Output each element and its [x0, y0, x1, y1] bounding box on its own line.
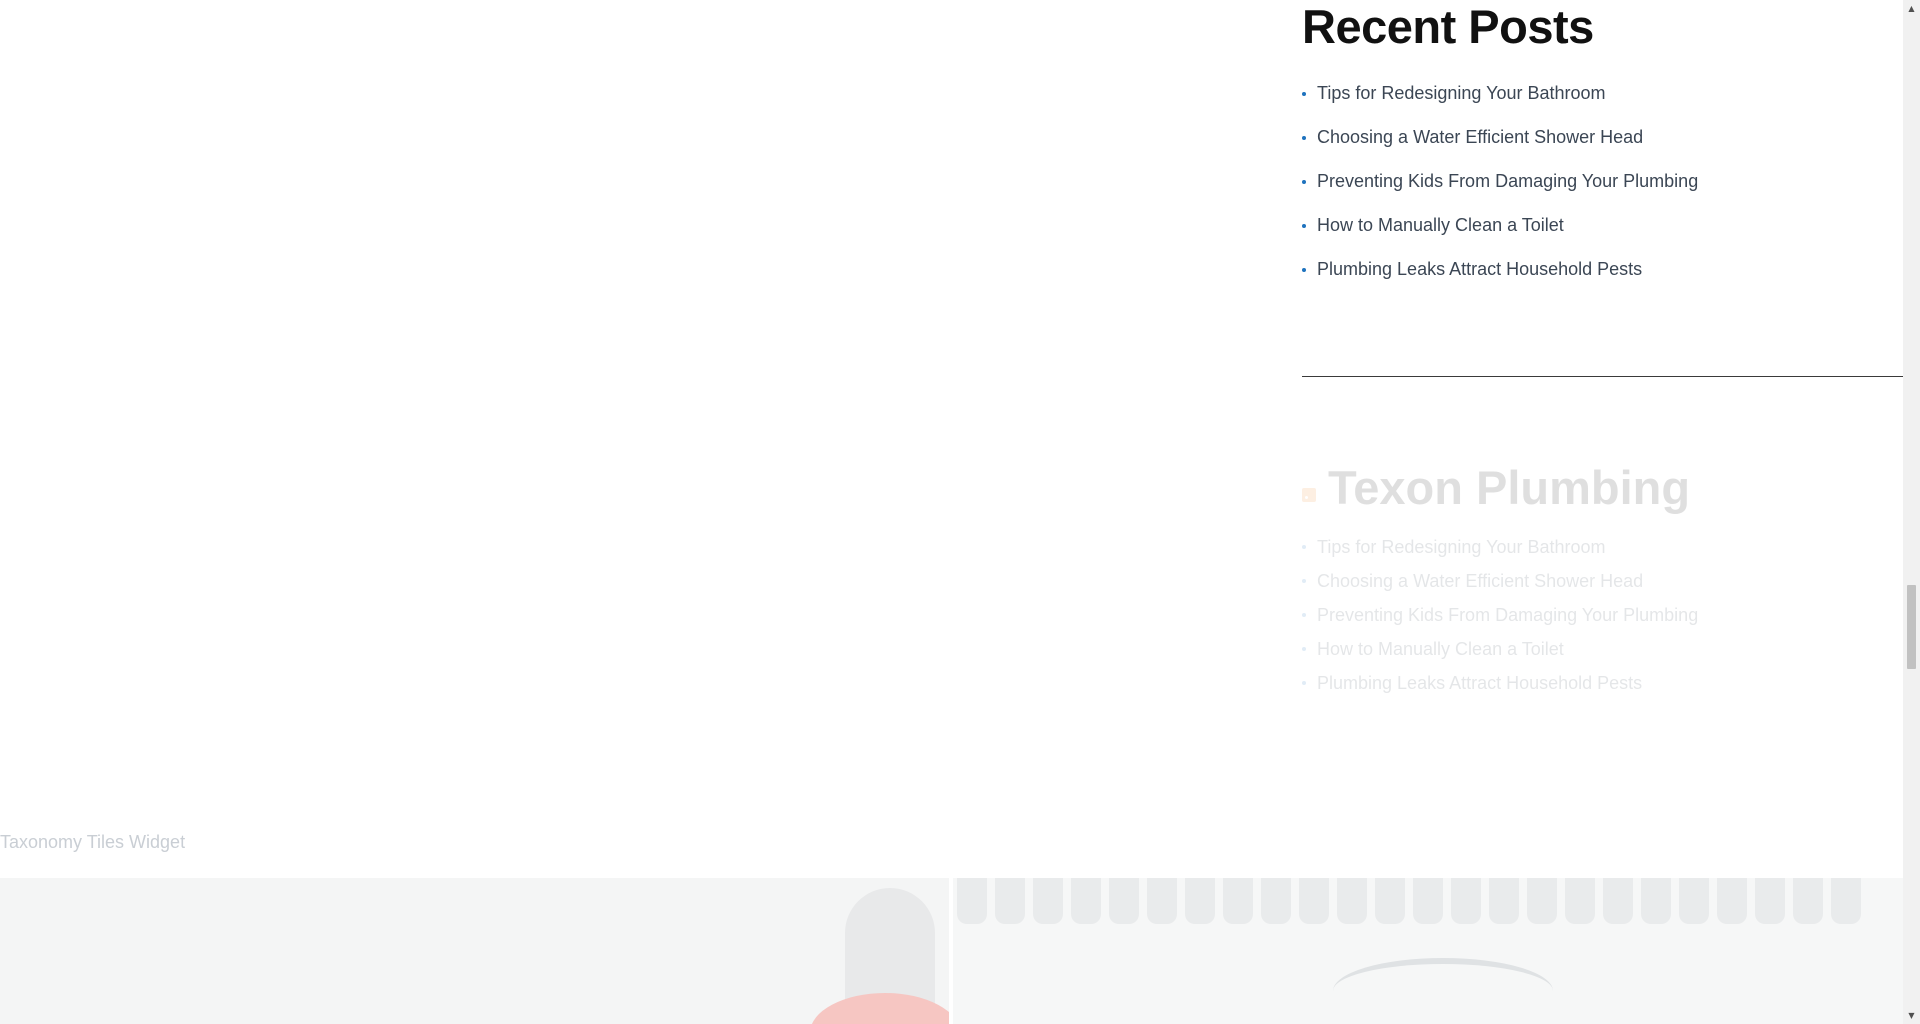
list-item: How to Manually Clean a Toilet: [1302, 632, 1902, 666]
taxonomy-tile[interactable]: [953, 878, 1903, 1024]
taxonomy-tiles: [0, 878, 1903, 1024]
vertical-scrollbar[interactable]: ▲ ▼: [1903, 0, 1920, 1024]
recent-post-link[interactable]: Preventing Kids From Damaging Your Plumb…: [1317, 171, 1698, 191]
recent-post-link[interactable]: Plumbing Leaks Attract Household Pests: [1317, 259, 1642, 279]
widget-divider: [1302, 376, 1903, 377]
rss-icon[interactable]: [1302, 488, 1316, 502]
scroll-up-icon[interactable]: ▲: [1903, 0, 1920, 17]
recent-post-link[interactable]: Choosing a Water Efficient Shower Head: [1317, 127, 1643, 147]
scrollbar-thumb[interactable]: [1907, 585, 1916, 669]
list-item: How to Manually Clean a Toilet: [1302, 203, 1902, 247]
list-item: Tips for Redesigning Your Bathroom: [1302, 71, 1902, 115]
scroll-down-icon[interactable]: ▼: [1903, 1007, 1920, 1024]
list-item: Choosing a Water Efficient Shower Head: [1302, 115, 1902, 159]
tile-image-beads: [953, 878, 1903, 928]
list-item: Preventing Kids From Damaging Your Plumb…: [1302, 159, 1902, 203]
recent-posts-list: Tips for Redesigning Your Bathroom Choos…: [1302, 71, 1902, 291]
list-item: Preventing Kids From Damaging Your Plumb…: [1302, 598, 1902, 632]
taxonomy-widget-title: Taxonomy Tiles Widget: [0, 832, 186, 852]
list-item: Tips for Redesigning Your Bathroom: [1302, 530, 1902, 564]
recent-posts-widget: Recent Posts Tips for Redesigning Your B…: [1302, 0, 1902, 291]
recent-post-link[interactable]: Tips for Redesigning Your Bathroom: [1317, 83, 1606, 103]
rss-heading: Texon Plumbing: [1302, 458, 1902, 518]
page: Recent Posts Tips for Redesigning Your B…: [0, 0, 1903, 1024]
rss-post-link[interactable]: Choosing a Water Efficient Shower Head: [1317, 571, 1643, 591]
recent-post-link[interactable]: How to Manually Clean a Toilet: [1317, 215, 1564, 235]
list-item: Plumbing Leaks Attract Household Pests: [1302, 666, 1902, 700]
recent-posts-title: Recent Posts: [1302, 0, 1594, 53]
tile-image-faucet: [1333, 958, 1553, 1024]
rss-post-link[interactable]: Plumbing Leaks Attract Household Pests: [1317, 673, 1642, 693]
rss-post-link[interactable]: How to Manually Clean a Toilet: [1317, 639, 1564, 659]
rss-list: Tips for Redesigning Your Bathroom Choos…: [1302, 530, 1902, 700]
list-item: Plumbing Leaks Attract Household Pests: [1302, 247, 1902, 291]
list-item: Choosing a Water Efficient Shower Head: [1302, 564, 1902, 598]
rss-widget: Texon Plumbing Tips for Redesigning Your…: [1302, 458, 1902, 700]
rss-post-link[interactable]: Tips for Redesigning Your Bathroom: [1317, 537, 1606, 557]
rss-title-link[interactable]: Texon Plumbing: [1328, 458, 1690, 518]
taxonomy-tile[interactable]: [0, 878, 949, 1024]
rss-post-link[interactable]: Preventing Kids From Damaging Your Plumb…: [1317, 605, 1698, 625]
